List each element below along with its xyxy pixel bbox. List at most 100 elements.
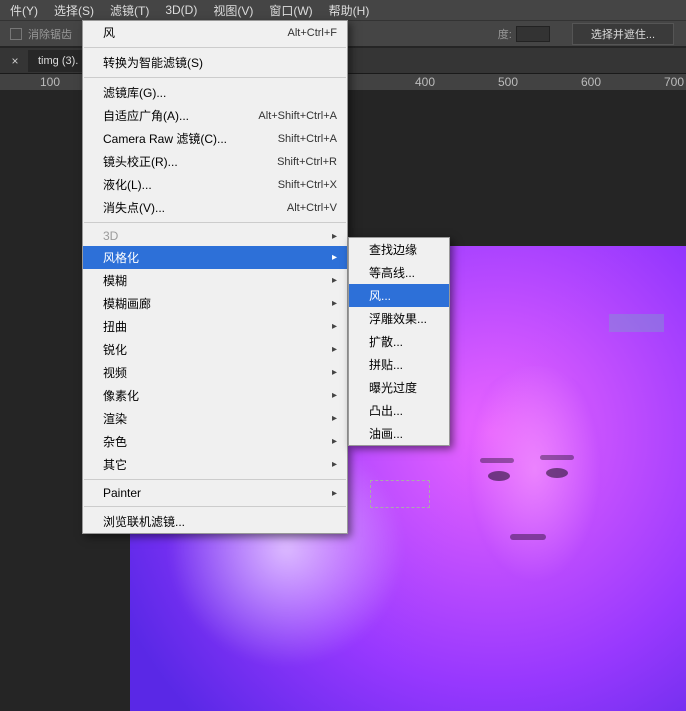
menu-item-label: 锐化	[103, 341, 127, 358]
shortcut-label: Alt+Shift+Ctrl+A	[258, 110, 337, 122]
menu-item-label: 浮雕效果...	[369, 310, 427, 327]
menu-separator	[84, 77, 346, 78]
menu-vanishing-point[interactable]: 消失点(V)... Alt+Ctrl+V	[83, 196, 347, 219]
menu-item-label: 模糊画廊	[103, 295, 151, 312]
menu-item-label: 等高线...	[369, 264, 415, 281]
shortcut-label: Shift+Ctrl+X	[278, 179, 337, 191]
menubar: 件(Y) 选择(S) 滤镜(T) 3D(D) 视图(V) 窗口(W) 帮助(H)	[0, 0, 686, 20]
menu-item-label: 自适应广角(A)...	[103, 107, 189, 124]
menu-convert-smart[interactable]: 转换为智能滤镜(S)	[83, 51, 347, 74]
ruler-tick: 100	[40, 75, 60, 89]
menu-blur-sub[interactable]: 模糊	[83, 269, 347, 292]
menu-separator	[84, 47, 346, 48]
menu-filter-gallery[interactable]: 滤镜库(G)...	[83, 81, 347, 104]
stylize-submenu: 查找边缘 等高线... 风... 浮雕效果... 扩散... 拼贴... 曝光过…	[348, 237, 450, 446]
menu-item-label: 浏览联机滤镜...	[103, 513, 185, 530]
menu-item-label: 扩散...	[369, 333, 403, 350]
menu-camera-raw[interactable]: Camera Raw 滤镜(C)... Shift+Ctrl+A	[83, 127, 347, 150]
menu-item-label: 拼贴...	[369, 356, 403, 373]
antialias-label: 消除锯齿	[28, 26, 72, 42]
menu-window[interactable]: 窗口(W)	[261, 0, 320, 21]
brow	[540, 455, 574, 460]
portrait-face	[450, 366, 620, 596]
mouth	[510, 534, 546, 540]
submenu-oilpaint[interactable]: 油画...	[349, 422, 449, 445]
menu-render-sub[interactable]: 渲染	[83, 407, 347, 430]
menu-separator	[84, 222, 346, 223]
menu-item-label: 其它	[103, 456, 127, 473]
brow	[480, 458, 514, 463]
menu-lens-correction[interactable]: 镜头校正(R)... Shift+Ctrl+R	[83, 150, 347, 173]
menu-separator	[84, 479, 346, 480]
menu-help[interactable]: 帮助(H)	[321, 0, 378, 21]
shortcut-label: Alt+Ctrl+F	[287, 27, 337, 39]
menu-item-label: 镜头校正(R)...	[103, 153, 178, 170]
submenu-emboss[interactable]: 浮雕效果...	[349, 307, 449, 330]
menu-other-sub[interactable]: 其它	[83, 453, 347, 476]
menu-adaptive-wideangle[interactable]: 自适应广角(A)... Alt+Shift+Ctrl+A	[83, 104, 347, 127]
submenu-tiles[interactable]: 拼贴...	[349, 353, 449, 376]
menu-painter[interactable]: Painter	[83, 483, 347, 503]
menu-item-label: 风...	[369, 287, 391, 304]
menu-item-label: 模糊	[103, 272, 127, 289]
menu-item-label: 渲染	[103, 410, 127, 427]
antialias-checkbox[interactable]	[10, 28, 22, 40]
menu-separator	[84, 506, 346, 507]
menu-filter[interactable]: 滤镜(T)	[102, 0, 157, 21]
menu-item-label: Painter	[103, 486, 141, 500]
menu-select[interactable]: 选择(S)	[46, 0, 102, 21]
filter-menu: 风 Alt+Ctrl+F 转换为智能滤镜(S) 滤镜库(G)... 自适应广角(…	[82, 20, 348, 534]
ruler-tick: 700	[664, 75, 684, 89]
menu-3d-sub[interactable]: 3D	[83, 226, 347, 246]
menu-item-label: 曝光过度	[369, 379, 417, 396]
submenu-diffuse[interactable]: 扩散...	[349, 330, 449, 353]
menu-browse-online[interactable]: 浏览联机滤镜...	[83, 510, 347, 533]
menu-item-label: Camera Raw 滤镜(C)...	[103, 130, 227, 147]
menu-distort-sub[interactable]: 扭曲	[83, 315, 347, 338]
ruler-tick: 400	[415, 75, 435, 89]
shortcut-label: Shift+Ctrl+A	[278, 133, 337, 145]
menu-item-label: 3D	[103, 229, 118, 243]
menu-item-label: 液化(L)...	[103, 176, 152, 193]
select-and-mask-button[interactable]: 选择并遮住...	[572, 23, 674, 45]
marquee-selection[interactable]	[370, 480, 430, 508]
menu-item-label: 杂色	[103, 433, 127, 450]
degree-field[interactable]	[516, 26, 550, 42]
menu-item-label: 消失点(V)...	[103, 199, 165, 216]
eye	[546, 468, 568, 478]
shortcut-label: Shift+Ctrl+R	[277, 156, 337, 168]
eye	[488, 471, 510, 481]
menu-item-label: 扭曲	[103, 318, 127, 335]
menu-view[interactable]: 视图(V)	[205, 0, 261, 21]
document-tab[interactable]: timg (3).	[28, 50, 88, 72]
menu-item-label: 查找边缘	[369, 241, 417, 258]
ruler-tick: 500	[498, 75, 518, 89]
menu-video-sub[interactable]: 视频	[83, 361, 347, 384]
ruler-tick: 600	[581, 75, 601, 89]
submenu-wind[interactable]: 风...	[349, 284, 449, 307]
menu-item-label: 风	[103, 24, 115, 41]
shortcut-label: Alt+Ctrl+V	[287, 202, 337, 214]
submenu-contour[interactable]: 等高线...	[349, 261, 449, 284]
menu-blurgallery-sub[interactable]: 模糊画廊	[83, 292, 347, 315]
menu-noise-sub[interactable]: 杂色	[83, 430, 347, 453]
submenu-extrude[interactable]: 凸出...	[349, 399, 449, 422]
menu-last-filter[interactable]: 风 Alt+Ctrl+F	[83, 21, 347, 44]
menu-stylize-sub[interactable]: 风格化	[83, 246, 347, 269]
submenu-findedges[interactable]: 查找边缘	[349, 238, 449, 261]
menu-item-label: 风格化	[103, 249, 139, 266]
menu-item-label: 油画...	[369, 425, 403, 442]
menu-sharpen-sub[interactable]: 锐化	[83, 338, 347, 361]
menu-liquify[interactable]: 液化(L)... Shift+Ctrl+X	[83, 173, 347, 196]
menu-3d[interactable]: 3D(D)	[157, 1, 205, 19]
menu-item-label: 凸出...	[369, 402, 403, 419]
close-icon[interactable]: ×	[8, 54, 22, 68]
menu-item-label: 滤镜库(G)...	[103, 84, 166, 101]
blur-region	[609, 314, 664, 332]
menu-item-label: 像素化	[103, 387, 139, 404]
menu-item-label: 视频	[103, 364, 127, 381]
submenu-solarize[interactable]: 曝光过度	[349, 376, 449, 399]
menu-file[interactable]: 件(Y)	[2, 0, 46, 21]
menu-pixelate-sub[interactable]: 像素化	[83, 384, 347, 407]
degree-label: 度:	[498, 26, 512, 42]
